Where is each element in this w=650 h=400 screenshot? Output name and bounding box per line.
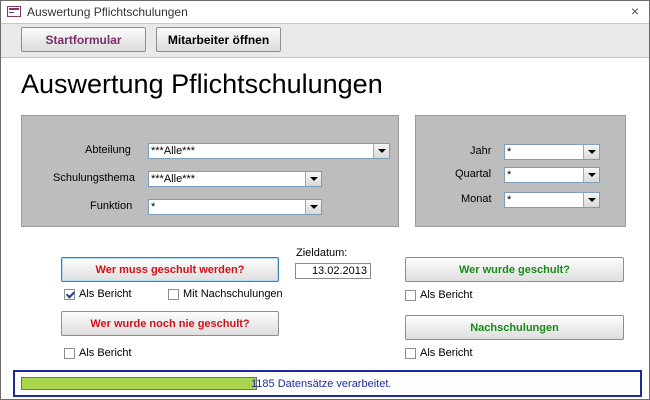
schulungsthema-value: ***Alle*** [151, 173, 196, 185]
funktion-label: Funktion [90, 200, 133, 212]
funktion-value: * [151, 201, 156, 213]
zieldatum-label: Zieldatum: [296, 247, 348, 259]
filter-panel-left: Abteilung ***Alle*** Schulungsthema ***A… [21, 115, 399, 227]
wer-wurde-geschult-button[interactable]: Wer wurde geschult? [405, 257, 624, 282]
monat-label: Monat [461, 193, 492, 205]
checkbox-checked-icon[interactable] [64, 288, 75, 300]
chevron-down-icon[interactable] [305, 172, 321, 186]
mit-nachschulungen-checkbox[interactable]: Mit Nachschulungen [168, 288, 283, 300]
quartal-combo[interactable]: * [504, 167, 600, 183]
status-bar: 1185 Datensätze verarbeitet. [13, 370, 642, 397]
als-bericht-checkbox-4[interactable]: Als Bericht [405, 347, 473, 359]
title-bar: Auswertung Pflichtschulungen × [1, 1, 649, 24]
mitarbeiter-oeffnen-button[interactable]: Mitarbeiter öffnen [156, 27, 281, 52]
chevron-down-icon[interactable] [583, 168, 599, 182]
als-bericht-label-2: Als Bericht [79, 347, 132, 359]
close-icon[interactable]: × [631, 3, 639, 19]
chevron-down-icon[interactable] [305, 200, 321, 214]
checkbox-icon[interactable] [168, 288, 179, 300]
abteilung-label: Abteilung [85, 144, 131, 156]
chevron-down-icon[interactable] [583, 193, 599, 207]
app-window: Auswertung Pflichtschulungen × Startform… [0, 0, 650, 400]
schulungsthema-combo[interactable]: ***Alle*** [148, 171, 322, 187]
jahr-value: * [507, 146, 512, 158]
als-bericht-label-4: Als Bericht [420, 347, 473, 359]
filter-panel-right: Jahr * Quartal * Monat * [415, 115, 626, 227]
toolbar: Startformular Mitarbeiter öffnen [1, 24, 649, 58]
wer-muss-geschult-werden-button[interactable]: Wer muss geschult werden? [61, 257, 279, 282]
als-bericht-checkbox-2[interactable]: Als Bericht [64, 347, 132, 359]
checkbox-icon[interactable] [405, 347, 416, 359]
form-icon [7, 6, 21, 17]
nachschulungen-button[interactable]: Nachschulungen [405, 315, 624, 340]
window-title: Auswertung Pflichtschulungen [27, 5, 188, 19]
als-bericht-checkbox-3[interactable]: Als Bericht [405, 289, 473, 301]
zieldatum-input[interactable]: 13.02.2013 [295, 263, 371, 279]
checkbox-icon[interactable] [64, 347, 75, 359]
abteilung-combo[interactable]: ***Alle*** [148, 143, 390, 159]
progress-fill [22, 378, 256, 389]
checkbox-icon[interactable] [405, 289, 416, 301]
chevron-down-icon[interactable] [583, 145, 599, 159]
quartal-label: Quartal [455, 168, 492, 180]
abteilung-value: ***Alle*** [151, 145, 196, 157]
wer-wurde-noch-nie-geschult-button[interactable]: Wer wurde noch nie geschult? [61, 311, 279, 336]
schulungsthema-label: Schulungsthema [53, 172, 135, 184]
funktion-combo[interactable]: * [148, 199, 322, 215]
monat-value: * [507, 194, 512, 206]
jahr-label: Jahr [470, 145, 492, 157]
mit-nachschulungen-label: Mit Nachschulungen [183, 288, 283, 300]
als-bericht-label-1: Als Bericht [79, 288, 132, 300]
page-title: Auswertung Pflichtschulungen [21, 69, 383, 99]
monat-combo[interactable]: * [504, 192, 600, 208]
chevron-down-icon[interactable] [373, 144, 389, 158]
als-bericht-checkbox-1[interactable]: Als Bericht [64, 288, 132, 300]
quartal-value: * [507, 169, 512, 181]
progress-bar [21, 377, 257, 390]
startformular-button[interactable]: Startformular [21, 27, 146, 52]
jahr-combo[interactable]: * [504, 144, 600, 160]
als-bericht-label-3: Als Bericht [420, 289, 473, 301]
status-text: 1185 Datensätze verarbeitet. [251, 378, 392, 390]
